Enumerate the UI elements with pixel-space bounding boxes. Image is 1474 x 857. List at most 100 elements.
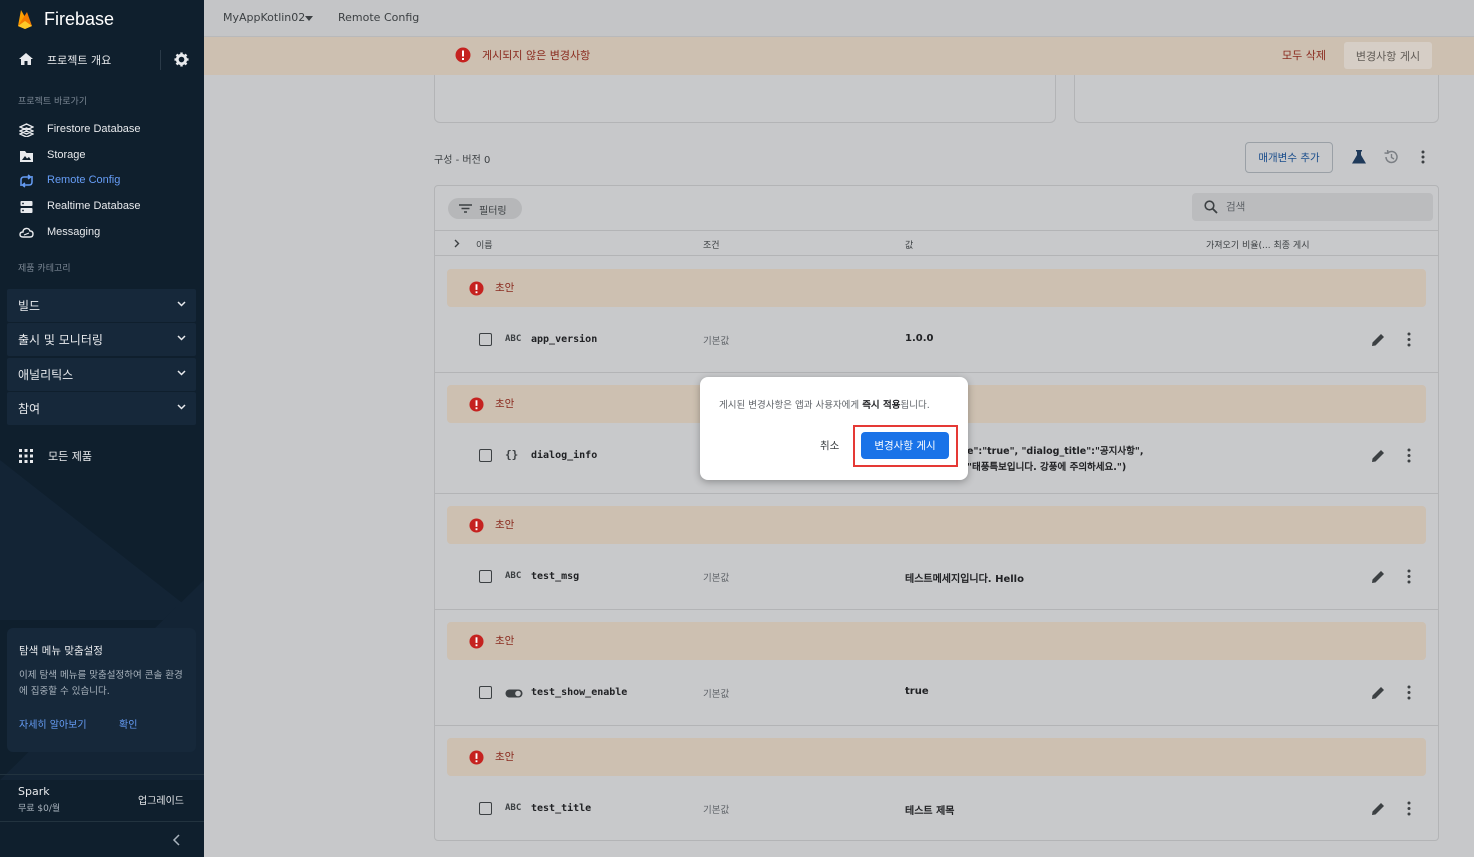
sidebar-item-firestore[interactable]: Firestore Database — [0, 118, 204, 142]
shortcuts-label: 프로젝트 바로가기 — [18, 97, 88, 107]
edit-pencil-icon[interactable] — [1371, 685, 1386, 700]
plan-name: Spark — [18, 785, 50, 798]
parameter-value: 테스트 제목 — [905, 806, 955, 817]
history-icon[interactable] — [1383, 149, 1399, 165]
row-checkbox[interactable] — [479, 449, 492, 462]
tip-description: 이제 탐색 메뉴를 맞춤설정하여 콘솔 환경에 집중할 수 있습니다. — [19, 670, 183, 697]
edit-pencil-icon[interactable] — [1371, 332, 1386, 347]
parameter-key: dialog_info — [531, 450, 598, 461]
string-type-icon: ABC — [505, 803, 522, 813]
category-label: 빌드 — [18, 299, 41, 313]
error-icon — [469, 750, 484, 765]
summary-card — [434, 75, 1056, 123]
project-overview[interactable]: 프로젝트 개요 — [0, 44, 204, 74]
table-row: ABC app_version 기본값 1.0.0 — [435, 307, 1438, 373]
sidebar-item-storage[interactable]: Storage — [0, 144, 204, 168]
category-label: 참여 — [18, 402, 41, 416]
chevron-down-icon — [177, 335, 186, 341]
sidebar-item-messaging[interactable]: Messaging — [0, 221, 204, 245]
gear-icon[interactable] — [174, 52, 189, 67]
filter-button[interactable]: 필터링 — [448, 198, 522, 219]
learn-more-link[interactable]: 자세히 알아보기 — [19, 716, 87, 731]
cancel-button[interactable]: 취소 — [820, 438, 839, 453]
more-vert-icon[interactable] — [1407, 685, 1411, 700]
draft-label: 초안 — [495, 519, 515, 531]
parameter-value: 1.0.0 — [905, 333, 934, 344]
search-icon — [1204, 200, 1218, 214]
column-header-name[interactable]: 이름 — [476, 238, 493, 251]
chevron-down-icon — [177, 301, 186, 307]
top-bar: MyAppKotlin02 Remote Config — [204, 0, 1474, 37]
summary-card — [1074, 75, 1439, 123]
table-row-group: 초안 ABC app_version 기본값 1.0.0 — [435, 257, 1438, 373]
search-box[interactable] — [1192, 193, 1433, 221]
table-row: ABC test_title 기본값 테스트 제목 — [435, 776, 1438, 840]
sidebar-item-label: Remote Config — [47, 174, 121, 186]
edit-pencil-icon[interactable] — [1371, 569, 1386, 584]
draft-label: 초안 — [495, 282, 515, 294]
divider — [160, 50, 161, 70]
firebase-brand[interactable]: Firebase — [16, 6, 114, 32]
collapse-sidebar-icon[interactable] — [172, 834, 182, 846]
project-overview-label: 프로젝트 개요 — [47, 54, 112, 67]
column-header-fetch: 가져오기 비율(... 최종 게시 — [1206, 241, 1310, 251]
draft-badge: 초안 — [447, 738, 1426, 776]
parameter-condition: 기본값 — [703, 336, 730, 347]
boolean-toggle-icon — [505, 689, 523, 698]
row-checkbox[interactable] — [479, 570, 492, 583]
project-selector[interactable]: MyAppKotlin02 — [223, 11, 305, 24]
string-type-icon: ABC — [505, 571, 522, 581]
sidebar-item-label: Storage — [47, 149, 86, 161]
nav-customize-tip: 탐색 메뉴 맞춤설정 이제 탐색 메뉴를 맞춤설정하여 콘솔 환경에 집중할 수… — [7, 628, 196, 752]
row-checkbox[interactable] — [479, 802, 492, 815]
brand-name: Firebase — [44, 8, 115, 29]
ab-test-flask-icon[interactable] — [1351, 149, 1367, 165]
table-header: 이름 조건 값 가져오기 비율(... 최종 게시 — [435, 230, 1438, 256]
sidebar-item-remote-config[interactable]: Remote Config — [0, 169, 204, 193]
dialog-message-pre: 게시된 변경사항은 앱과 사용자에게 — [719, 400, 863, 411]
error-icon — [469, 634, 484, 649]
table-row-group: 초안 ABC test_msg 기본값 테스트메세지입니다. Hello — [435, 494, 1438, 610]
search-input[interactable] — [1226, 199, 1416, 215]
edit-pencil-icon[interactable] — [1371, 448, 1386, 463]
category-analytics[interactable]: 애널리틱스 — [7, 358, 196, 391]
dialog-message-bold: 즉시 적용 — [862, 400, 901, 411]
more-vert-icon[interactable] — [1407, 569, 1411, 584]
table-row-group: 초안 ABC test_title 기본값 테스트 제목 — [435, 726, 1438, 840]
unpublished-text: 게시되지 않은 변경사항 — [482, 49, 591, 62]
add-parameter-button[interactable]: 매개변수 추가 — [1245, 142, 1333, 173]
confirm-link[interactable]: 확인 — [119, 716, 137, 731]
row-checkbox[interactable] — [479, 686, 492, 699]
parameter-key: app_version — [531, 334, 598, 345]
parameter-condition: 기본값 — [703, 689, 730, 700]
filter-icon — [459, 204, 472, 213]
edit-pencil-icon[interactable] — [1371, 801, 1386, 816]
storage-icon — [20, 151, 33, 162]
parameter-value-line2: "태풍특보입니다. 강풍에 주의하세요.") — [967, 462, 1127, 473]
home-icon — [19, 53, 33, 65]
all-products[interactable]: 모든 제품 — [0, 444, 204, 468]
upgrade-button[interactable]: 업그레이드 — [138, 792, 184, 807]
more-vert-icon[interactable] — [1407, 448, 1411, 463]
category-build[interactable]: 빌드 — [7, 289, 196, 322]
more-vert-icon[interactable] — [1407, 332, 1411, 347]
sidebar-item-realtime-database[interactable]: Realtime Database — [0, 195, 204, 219]
caret-down-icon[interactable] — [305, 16, 313, 21]
category-release-monitor[interactable]: 출시 및 모니터링 — [7, 323, 196, 356]
parameter-value: true — [905, 686, 929, 697]
column-header-value: 값 — [905, 241, 914, 251]
chevron-right-icon[interactable] — [454, 239, 460, 248]
dialog-message-post: 됩니다. — [900, 400, 930, 411]
more-vert-icon[interactable] — [1415, 149, 1431, 165]
chevron-down-icon — [177, 404, 186, 410]
category-engage[interactable]: 참여 — [7, 392, 196, 425]
sidebar-item-label: Firestore Database — [47, 123, 141, 135]
parameter-key: test_msg — [531, 571, 580, 582]
row-checkbox[interactable] — [479, 333, 492, 346]
string-type-icon: ABC — [505, 334, 522, 344]
delete-all-button[interactable]: 모두 삭제 — [1282, 47, 1326, 63]
publish-changes-button[interactable]: 변경사항 게시 — [1344, 42, 1432, 69]
messaging-icon — [19, 227, 34, 238]
table-row-group: 초안 test_show_enable 기본값 true — [435, 610, 1438, 726]
more-vert-icon[interactable] — [1407, 801, 1411, 816]
